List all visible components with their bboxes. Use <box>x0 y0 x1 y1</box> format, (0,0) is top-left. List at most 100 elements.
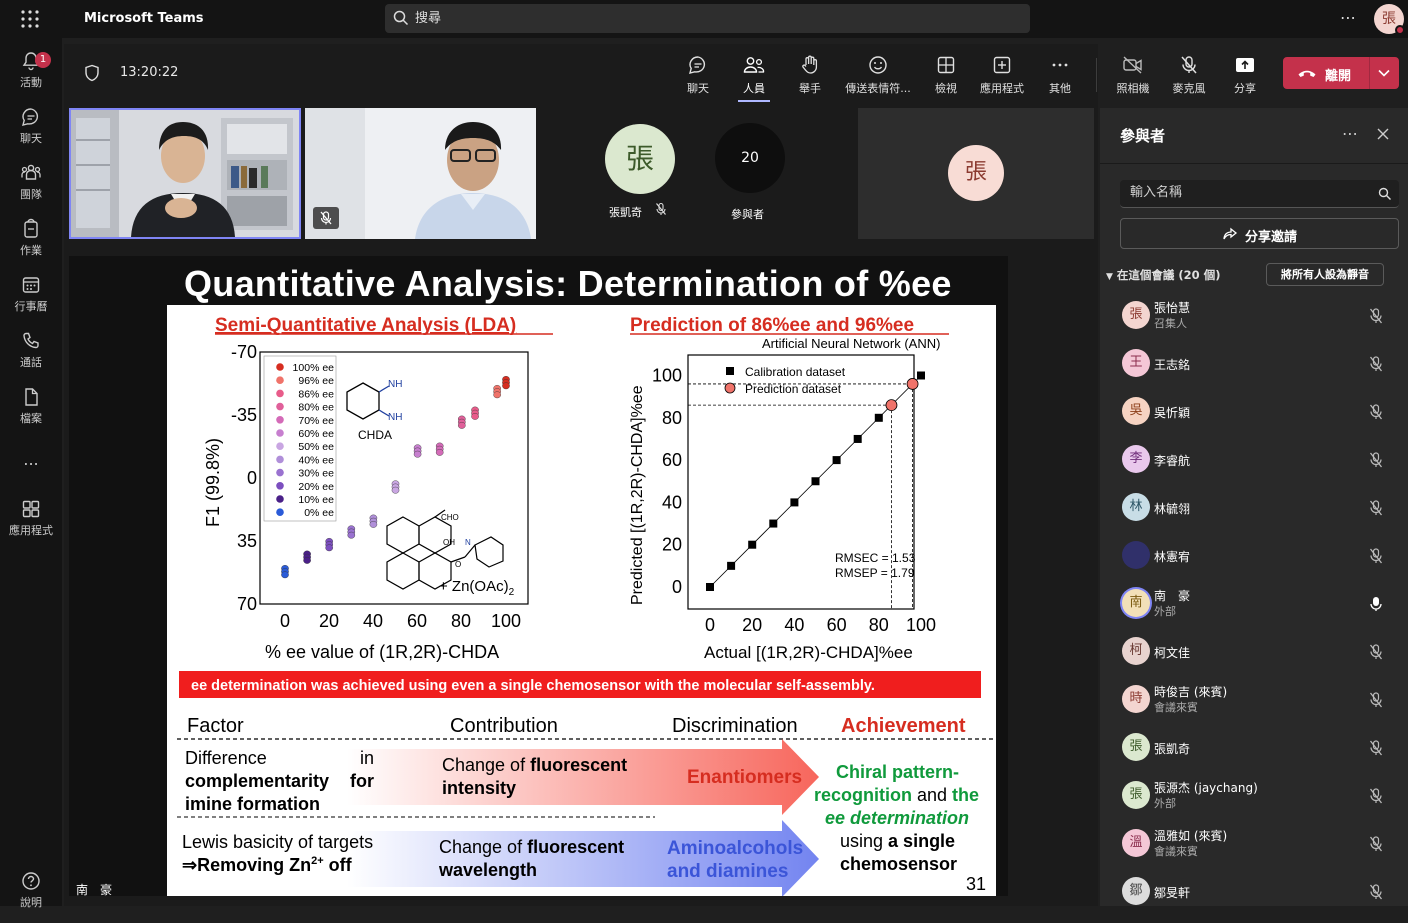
add-app-icon <box>993 56 1011 74</box>
search-icon <box>393 10 409 26</box>
status-dot <box>1395 25 1405 35</box>
more-options-icon[interactable]: ⋯ <box>1340 8 1356 27</box>
participant-row[interactable]: 柯柯文佳 <box>1100 635 1408 683</box>
camera-button[interactable]: 照相機 <box>1105 54 1161 96</box>
participant-row[interactable]: 吳吳忻穎 <box>1100 395 1408 443</box>
avatar: 南 <box>1122 589 1150 617</box>
participant-name: 林毓翎 <box>1154 502 1191 516</box>
rmsec-label: RMSEC = 1.53 <box>835 551 916 565</box>
calibration-point <box>811 477 820 486</box>
participant-role: 會議來賓 <box>1154 845 1198 858</box>
in-meeting-header[interactable]: ▼ 在這個會議 (20 個) <box>1106 267 1220 283</box>
participant-mic-status <box>1368 307 1384 329</box>
close-icon[interactable] <box>1376 127 1390 141</box>
participant-search[interactable] <box>1120 180 1399 208</box>
participant-row[interactable]: 張張凱奇 <box>1100 731 1408 779</box>
rail-item-calls[interactable]: 通話 <box>0 324 62 376</box>
participant-row[interactable]: 李李睿航 <box>1100 443 1408 491</box>
participant-row[interactable]: 時時俊吉 (來賓) 會議來賓 <box>1100 683 1408 731</box>
participant-count-badge[interactable]: 20 <box>715 123 785 193</box>
ann-y-tick: 20 <box>662 535 682 555</box>
help-icon <box>22 872 40 890</box>
share-screen-button[interactable]: 分享 <box>1217 54 1273 96</box>
legend-marker <box>276 482 284 490</box>
participant-row[interactable]: 溫溫雅如 (來賓) 會議來賓 <box>1100 827 1408 875</box>
chevron-down-icon[interactable] <box>1377 67 1391 79</box>
participant-name: 南 豪 <box>1154 589 1191 603</box>
search-box[interactable] <box>385 4 1030 33</box>
row2-discrimination-b: and diamines <box>667 861 788 882</box>
zn-label: + Zn(OAc)2 <box>439 578 515 598</box>
row2-discrimination-a: Aminoalcohols <box>667 838 803 859</box>
chat-button[interactable]: 聊天 <box>670 54 726 96</box>
lda-y-tick: 0 <box>247 468 257 488</box>
toolbar-separator <box>1096 58 1097 92</box>
lda-point <box>502 382 510 390</box>
teams-icon <box>21 164 41 180</box>
ann-y-tick: 80 <box>662 408 682 428</box>
nh2-label-1: NH <box>388 379 402 390</box>
more-actions-button[interactable]: 其他 <box>1032 54 1088 96</box>
meeting-timer: 13:20:22 <box>120 65 179 80</box>
rail-item-calendar[interactable]: 行事曆 <box>0 268 62 320</box>
mute-all-button[interactable]: 將所有人設為靜音 <box>1266 263 1384 286</box>
mic-off-icon <box>320 211 332 225</box>
search-input[interactable] <box>415 8 1015 29</box>
mic-button[interactable]: 麥克風 <box>1161 54 1217 96</box>
ann-y-tick: 0 <box>672 577 682 597</box>
calibration-point <box>769 519 778 528</box>
pane-more-icon[interactable]: ⋯ <box>1342 124 1358 143</box>
legend-marker <box>276 468 284 477</box>
rail-item-activity[interactable]: 活動 1 <box>0 44 62 96</box>
apps-button[interactable]: 應用程式 <box>974 54 1030 96</box>
participant-mic-status <box>1368 643 1384 665</box>
participant-row[interactable]: 鄒鄒旻軒 <box>1100 875 1408 923</box>
people-button[interactable]: 人員 <box>726 54 782 102</box>
header-discrimination: Discrimination <box>672 715 798 737</box>
participant-row[interactable]: 林憲宥 <box>1100 539 1408 587</box>
participant-mic-status <box>1368 499 1384 521</box>
rail-item-apps[interactable]: 應用程式 <box>0 492 62 544</box>
view-button[interactable]: 檢視 <box>918 54 974 96</box>
participant-row[interactable]: 林林毓翎 <box>1100 491 1408 539</box>
lda-point <box>413 450 422 458</box>
share-invite-button[interactable]: 分享邀請 <box>1120 218 1399 249</box>
ann-x-tick: 20 <box>742 615 762 635</box>
participant-row[interactable]: 張張怡慧 召集人 <box>1100 299 1408 347</box>
leave-button[interactable]: 離開 <box>1283 57 1399 89</box>
slide-title: Quantitative Analysis: Determination of … <box>184 263 952 304</box>
ann-chart: 0 20 40 60 80 100 0 20 40 60 80 100 Predicted [(1R… <box>629 354 936 662</box>
shield-icon[interactable] <box>84 64 100 82</box>
ann-x-tick: 60 <box>827 615 847 635</box>
video-tile-speaker[interactable] <box>69 108 301 239</box>
top-bar: Microsoft Teams ⋯ 張 <box>0 0 1408 38</box>
raise-hand-button[interactable]: 舉手 <box>782 54 838 96</box>
participant-row[interactable]: 南南 豪外部 <box>1100 587 1408 635</box>
row1-contribution: Change of fluorescent <box>442 755 627 775</box>
rail-item-teams[interactable]: 團隊 <box>0 156 62 208</box>
rail-item-chat[interactable]: 聊天 <box>0 100 62 152</box>
rail-item-help[interactable]: 說明 <box>0 864 62 916</box>
video-tile-participant[interactable] <box>305 108 536 239</box>
video-tile-avatar[interactable]: 張 <box>858 108 1094 239</box>
app-launcher-icon[interactable] <box>20 9 40 29</box>
participant-avatar[interactable]: 張 <box>605 124 675 194</box>
lda-chart: -70 -35 0 35 70 0 20 40 60 80 100 F1 (99.8%) % ee… <box>203 342 529 662</box>
avatar: 柯 <box>1122 637 1150 665</box>
rail-item-assignments[interactable]: 作業 <box>0 212 62 264</box>
participant-search-input[interactable] <box>1130 185 1370 200</box>
participant-row[interactable]: 王王志銘 <box>1100 347 1408 395</box>
mic-off-icon <box>1369 644 1383 660</box>
user-avatar[interactable]: 張 <box>1374 4 1405 35</box>
file-icon <box>25 388 38 406</box>
lda-y-ticks: -70 -35 0 35 70 <box>231 342 257 614</box>
smiley-icon <box>869 56 887 74</box>
participant-row[interactable]: 張張源杰 (jaychang) 外部 <box>1100 779 1408 827</box>
participant-name: 吳忻穎 <box>1154 406 1191 420</box>
rmsep-label: RMSEP = 1.79 <box>835 566 915 580</box>
reactions-button[interactable]: 傳送表情符... <box>838 54 918 96</box>
legend-calibration-marker <box>726 367 734 375</box>
row1-factor-for: for <box>350 771 374 791</box>
rail-item-files[interactable]: 檔案 <box>0 380 62 432</box>
page-number: 31 <box>966 874 986 894</box>
